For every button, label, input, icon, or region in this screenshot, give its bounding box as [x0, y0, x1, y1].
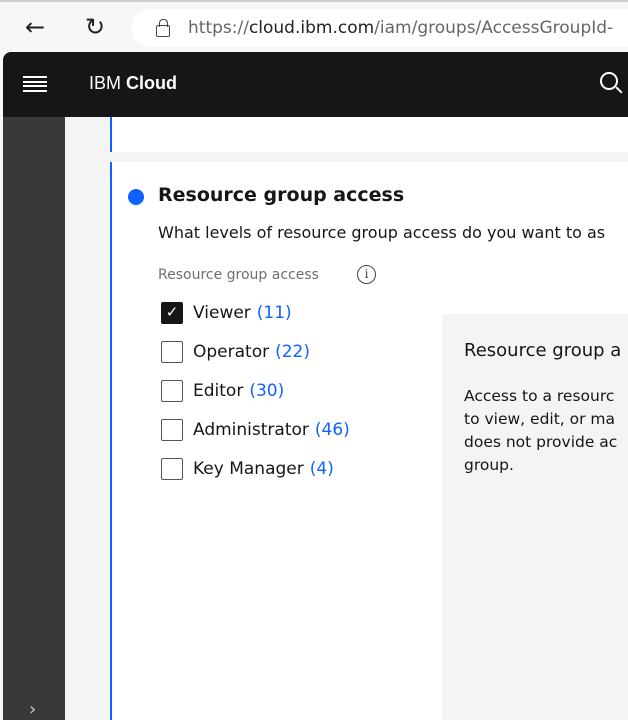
url-host: cloud.ibm.com [248, 18, 375, 38]
panel-line: group. [464, 456, 514, 474]
address-bar[interactable]: https://cloud.ibm.com/iam/groups/AccessG… [132, 9, 628, 47]
option-count: (30) [249, 381, 285, 401]
option-count: (4) [309, 459, 334, 479]
lock-icon [156, 18, 170, 37]
checkbox-box[interactable] [161, 419, 183, 441]
brand-name: Cloud [126, 73, 178, 93]
option-label: Editor [193, 381, 244, 401]
section-title: Resource group access [158, 184, 405, 206]
checkbox-box[interactable]: ✓ [161, 302, 183, 324]
top-header: IBM Cloud [3, 52, 628, 117]
search-icon[interactable] [600, 72, 618, 90]
reload-icon[interactable]: ↻ [80, 12, 110, 42]
checkbox-operator[interactable]: Operator (22) [161, 341, 310, 363]
app-window: IBM Cloud › Resource group access What l… [3, 52, 628, 720]
option-count: (22) [275, 342, 310, 362]
option-label: Key Manager [193, 459, 304, 479]
panel-body: Access to a resourc to view, edit, or ma… [464, 385, 628, 477]
brand-prefix: IBM [89, 73, 122, 93]
back-icon[interactable]: ← [20, 12, 50, 42]
panel-line: does not provide ac [464, 433, 618, 451]
hamburger-menu-icon[interactable] [23, 76, 47, 92]
step-indicator-icon [128, 189, 144, 205]
brand-logo[interactable]: IBM Cloud [89, 73, 177, 94]
panel-line: to view, edit, or ma [464, 410, 616, 428]
section-question: What levels of resource group access do … [158, 223, 606, 242]
checkbox-administrator[interactable]: Administrator (46) [161, 419, 350, 441]
info-icon[interactable]: i [357, 265, 376, 284]
option-label: Viewer [193, 303, 251, 323]
checkbox-box[interactable] [161, 458, 183, 480]
panel-title: Resource group a [464, 340, 622, 361]
checkbox-editor[interactable]: Editor (30) [161, 380, 284, 402]
description-panel: Resource group a Access to a resourc to … [442, 314, 628, 720]
option-label: Administrator [193, 420, 309, 440]
checkbox-viewer[interactable]: ✓ Viewer (11) [161, 302, 292, 324]
resource-group-access-step: Resource group access What levels of res… [110, 162, 628, 720]
checkbox-box[interactable] [161, 341, 183, 363]
panel-line: Access to a resourc [464, 387, 615, 405]
field-label: Resource group access [158, 267, 319, 283]
previous-step-card [110, 117, 628, 152]
option-label: Operator [193, 342, 270, 362]
checkbox-box[interactable] [161, 380, 183, 402]
browser-toolbar: ← ↻ https://cloud.ibm.com/iam/groups/Acc… [0, 0, 628, 52]
checkbox-key-manager[interactable]: Key Manager (4) [161, 458, 334, 480]
url-path: /iam/groups/AccessGroupId- [374, 18, 614, 38]
chevron-right-icon[interactable]: › [29, 699, 36, 720]
side-nav: › [3, 117, 65, 720]
url-scheme: https:// [188, 18, 249, 38]
option-count: (46) [314, 420, 350, 440]
option-count: (11) [256, 303, 292, 323]
